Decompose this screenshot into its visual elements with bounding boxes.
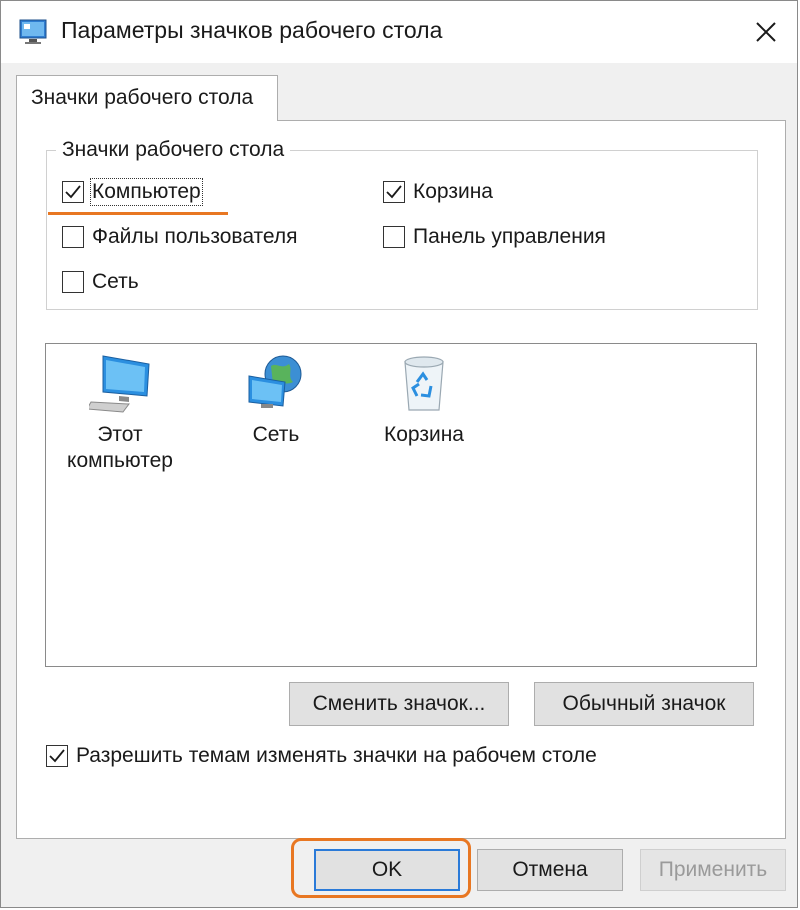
button-label: Применить xyxy=(658,858,768,881)
checkmark-icon xyxy=(65,185,81,199)
icon-caption: Этот компьютер xyxy=(67,423,173,472)
group-legend: Значки рабочего стола xyxy=(56,138,291,162)
network-icon xyxy=(248,355,302,408)
checkbox-label: Разрешить темам изменять значки на рабоч… xyxy=(76,744,597,767)
checkbox-recycle-bin[interactable]: Корзина xyxy=(383,180,493,204)
apply-button[interactable]: Применить xyxy=(640,849,786,891)
cancel-button[interactable]: Отмена xyxy=(477,849,623,891)
button-label: Отмена xyxy=(512,858,588,881)
checkbox-box[interactable] xyxy=(383,226,405,248)
checkbox-label: Корзина xyxy=(413,180,493,203)
icon-caption: Сеть xyxy=(252,423,300,446)
button-label: Обычный значок xyxy=(562,692,726,715)
ok-button[interactable]: OK xyxy=(314,849,460,891)
desktop-icon-network[interactable]: Сеть xyxy=(233,352,319,448)
window-title: Параметры значков рабочего стола xyxy=(61,17,443,43)
checkbox-box[interactable] xyxy=(62,181,84,203)
checkbox-box[interactable] xyxy=(46,745,68,767)
checkbox-label: Файлы пользователя xyxy=(92,225,298,248)
checkbox-label: Компьютер xyxy=(90,178,203,206)
checkbox-user-files[interactable]: Файлы пользователя xyxy=(62,225,298,249)
highlight-underline xyxy=(48,212,228,215)
default-icon-button[interactable]: Обычный значок xyxy=(534,682,754,726)
desktop-icon-this-pc[interactable]: Этот компьютер xyxy=(60,352,180,474)
computer-icon xyxy=(89,355,150,413)
close-button[interactable] xyxy=(743,9,789,55)
checkbox-box[interactable] xyxy=(62,271,84,293)
desktop-icon-recycle-bin[interactable]: Корзина xyxy=(372,352,476,448)
desktop-settings-icon xyxy=(19,19,47,44)
checkmark-icon xyxy=(386,185,402,199)
checkbox-control-panel[interactable]: Панель управления xyxy=(383,225,606,249)
checkbox-computer[interactable]: Компьютер xyxy=(62,178,203,206)
change-icon-button[interactable]: Сменить значок... xyxy=(289,682,509,726)
recycle-bin-icon xyxy=(404,356,444,411)
close-icon xyxy=(756,22,776,42)
tab-label: Значки рабочего стола xyxy=(31,86,254,109)
icon-caption: Корзина xyxy=(384,423,464,446)
checkbox-label: Сеть xyxy=(92,270,139,293)
checkbox-label: Панель управления xyxy=(413,225,606,248)
checkbox-box[interactable] xyxy=(383,181,405,203)
checkmark-icon xyxy=(49,749,65,763)
title-bar[interactable]: Параметры значков рабочего стола xyxy=(1,1,797,63)
checkbox-network[interactable]: Сеть xyxy=(62,270,139,294)
button-label: OK xyxy=(371,858,403,881)
button-label: Сменить значок... xyxy=(312,692,486,715)
checkbox-box[interactable] xyxy=(62,226,84,248)
checkbox-allow-themes[interactable]: Разрешить темам изменять значки на рабоч… xyxy=(46,744,597,768)
tab-desktop-icons[interactable]: Значки рабочего стола xyxy=(16,75,278,121)
